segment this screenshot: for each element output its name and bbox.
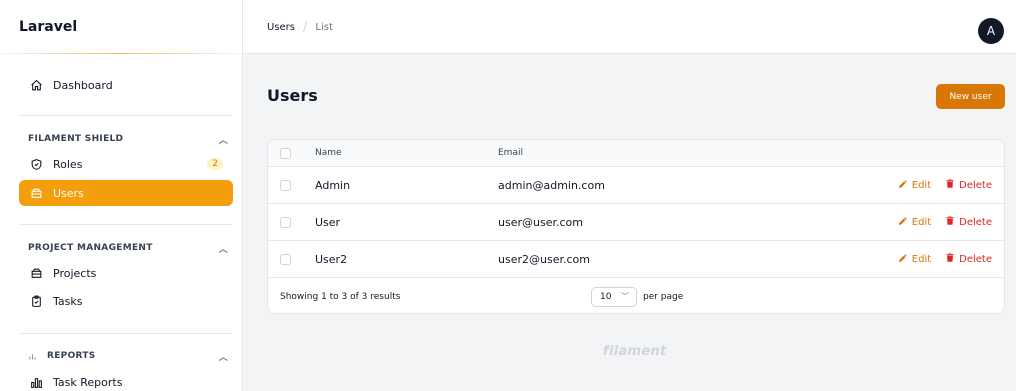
sidebar-group-title: FILAMENT SHIELD: [28, 134, 124, 144]
per-page-select[interactable]: 10 ﹀: [591, 286, 637, 307]
sidebar-item-tasks[interactable]: Tasks: [19, 288, 233, 314]
sidebar-divider: [19, 224, 233, 225]
table-row: User user@user.com Edit Delete: [268, 204, 1004, 241]
row-checkbox[interactable]: [280, 216, 291, 228]
delete-button[interactable]: Delete: [945, 178, 992, 192]
sidebar-item-label: Users: [53, 186, 84, 200]
sidebar-item-label: Projects: [53, 266, 97, 280]
column-header-email[interactable]: Email: [498, 148, 523, 158]
pencil-icon: [898, 216, 908, 229]
avatar[interactable]: A: [978, 18, 1004, 44]
row-checkbox[interactable]: [280, 179, 291, 191]
table-header-row: Name Email: [268, 140, 1004, 167]
sidebar-group-reports[interactable]: REPORTS ︿: [28, 349, 228, 363]
sidebar-item-users[interactable]: Users: [19, 180, 233, 206]
page-title: Users: [267, 86, 318, 105]
topbar: Users / List A: [243, 0, 1016, 54]
breadcrumb: Users / List: [267, 20, 333, 35]
delete-label: Delete: [959, 179, 992, 191]
sidebar-item-projects[interactable]: Projects: [19, 260, 233, 286]
sidebar-group-title: REPORTS: [47, 351, 96, 361]
sidebar-item-label: Dashboard: [53, 78, 113, 92]
edit-label: Edit: [911, 179, 932, 191]
sidebar-group-title: PROJECT MANAGEMENT: [28, 243, 153, 253]
breadcrumb-current: List: [315, 22, 333, 33]
sidebar-divider: [19, 333, 233, 334]
row-checkbox[interactable]: [280, 253, 291, 265]
users-table: Name Email Admin admin@admin.com Edit De…: [267, 139, 1005, 314]
sidebar-item-dashboard[interactable]: Dashboard: [19, 72, 233, 98]
breadcrumb-link-users[interactable]: Users: [267, 22, 295, 33]
sidebar: Laravel Dashboard FILAMENT SHIELD ︿ Role…: [0, 0, 243, 391]
folder-icon: [29, 186, 43, 200]
brand-logo-text[interactable]: Laravel: [19, 19, 77, 35]
chevron-down-icon: ﹀: [621, 292, 629, 301]
delete-label: Delete: [959, 216, 992, 228]
chart-bar-icon: [28, 352, 37, 361]
row-actions: Edit Delete: [898, 215, 992, 229]
edit-button[interactable]: Edit: [898, 216, 931, 229]
cell-name: Admin: [315, 178, 351, 192]
home-icon: [29, 78, 43, 92]
delete-button[interactable]: Delete: [945, 252, 992, 266]
edit-label: Edit: [911, 253, 932, 265]
row-actions: Edit Delete: [898, 178, 992, 192]
chevron-up-icon: ︿: [218, 244, 228, 255]
chevron-up-icon: ︿: [218, 135, 228, 146]
delete-button[interactable]: Delete: [945, 215, 992, 229]
sidebar-group-filament-shield[interactable]: FILAMENT SHIELD ︿: [28, 132, 228, 146]
chart-bar-icon: [29, 375, 43, 389]
per-page-value: 10: [600, 291, 612, 302]
cell-name: User2: [315, 252, 348, 266]
trash-icon: [945, 252, 955, 266]
table-row: User2 user2@user.com Edit Delete: [268, 241, 1004, 278]
count-badge: 2: [207, 158, 223, 170]
folder-icon: [29, 266, 43, 280]
trash-icon: [945, 215, 955, 229]
edit-button[interactable]: Edit: [898, 253, 931, 266]
sidebar-item-task-reports[interactable]: Task Reports: [19, 369, 233, 391]
cell-email: admin@admin.com: [498, 178, 605, 192]
filament-watermark: filament: [603, 344, 667, 359]
clipboard-check-icon: [29, 294, 43, 308]
sidebar-group-project-management[interactable]: PROJECT MANAGEMENT ︿: [28, 241, 228, 255]
cell-email: user@user.com: [498, 215, 583, 229]
per-page-label: per page: [643, 291, 684, 302]
sidebar-item-label: Task Reports: [53, 375, 123, 389]
sidebar-item-label: Roles: [53, 157, 83, 171]
sidebar-divider: [19, 115, 233, 116]
table-footer: Showing 1 to 3 of 3 results 10 ﹀ per pag…: [268, 278, 1004, 313]
chevron-up-icon: ︿: [218, 352, 228, 363]
sidebar-item-label: Tasks: [53, 294, 83, 308]
breadcrumb-separator: /: [303, 20, 308, 35]
row-actions: Edit Delete: [898, 252, 992, 266]
table-row: Admin admin@admin.com Edit Delete: [268, 167, 1004, 204]
pagination-summary: Showing 1 to 3 of 3 results: [280, 291, 401, 302]
new-user-button[interactable]: New user: [936, 84, 1005, 109]
delete-label: Delete: [959, 253, 992, 265]
pencil-icon: [898, 253, 908, 266]
edit-button[interactable]: Edit: [898, 179, 931, 192]
shield-icon: [29, 157, 43, 171]
cell-name: User: [315, 215, 341, 229]
brand-header: Laravel: [0, 0, 242, 54]
per-page-control: 10 ﹀ per page: [591, 286, 684, 307]
sidebar-item-roles[interactable]: Roles 2: [19, 151, 233, 177]
trash-icon: [945, 178, 955, 192]
edit-label: Edit: [911, 216, 932, 228]
cell-email: user2@user.com: [498, 252, 590, 266]
select-all-checkbox[interactable]: [280, 147, 291, 159]
brand-accent-line: [0, 53, 242, 54]
pencil-icon: [898, 179, 908, 192]
column-header-name[interactable]: Name: [315, 148, 342, 158]
